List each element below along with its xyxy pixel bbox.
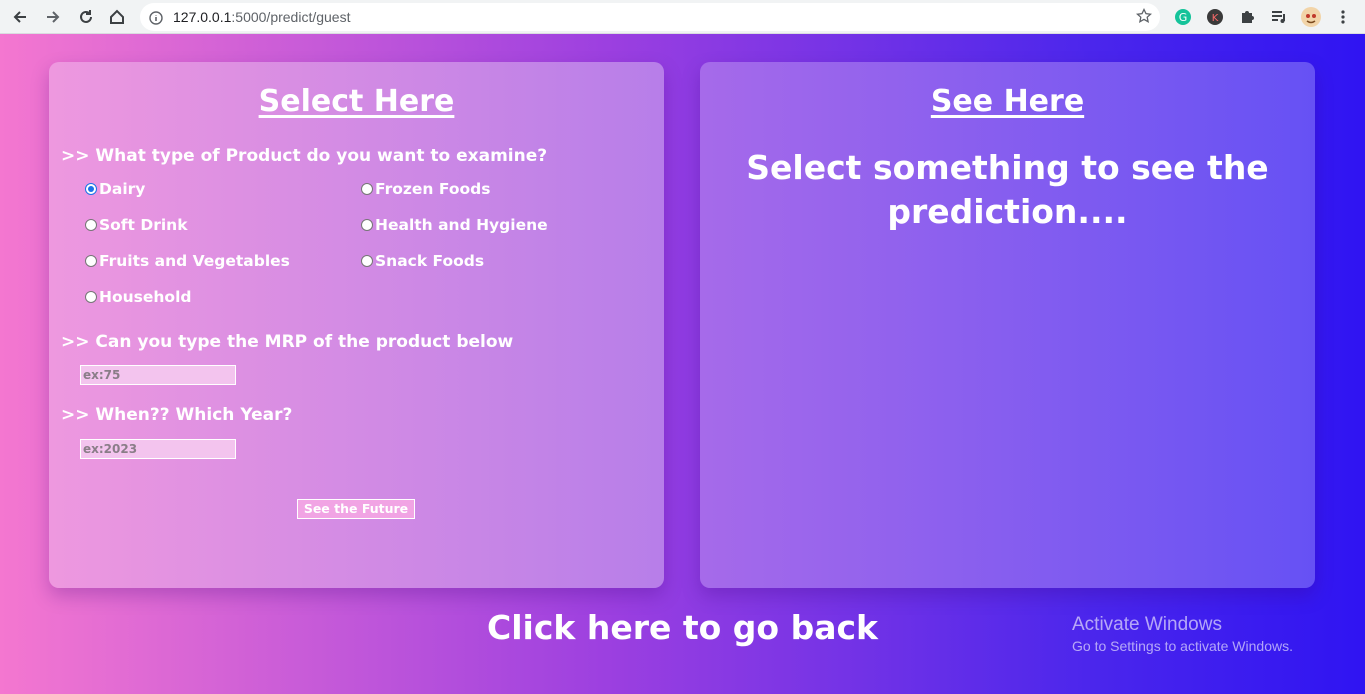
product-type-question: >> What type of Product do you want to e…: [61, 146, 548, 166]
extensions-puzzle-icon[interactable]: [1236, 6, 1258, 28]
url-text: 127.0.0.1:5000/predict/guest: [173, 9, 351, 25]
radio-button[interactable]: [361, 219, 373, 231]
radio-label: Soft Drink: [99, 216, 188, 234]
radio-soft-drink[interactable]: Soft Drink: [85, 216, 188, 234]
radio-button[interactable]: [85, 291, 97, 303]
radio-fruits-vegetables[interactable]: Fruits and Vegetables: [85, 252, 290, 270]
radio-label: Household: [99, 288, 192, 306]
radio-label: Health and Hygiene: [375, 216, 548, 234]
mrp-input[interactable]: [80, 365, 236, 385]
svg-text:G: G: [1179, 11, 1188, 24]
activate-windows-watermark: Activate Windows Go to Settings to activ…: [1072, 614, 1293, 654]
media-playlist-icon[interactable]: [1268, 6, 1290, 28]
select-card: Select Here >> What type of Product do y…: [49, 62, 664, 588]
radio-label: Dairy: [99, 180, 146, 198]
address-bar[interactable]: 127.0.0.1:5000/predict/guest: [140, 3, 1160, 31]
year-question: >> When?? Which Year?: [61, 405, 293, 425]
radio-button[interactable]: [85, 255, 97, 267]
forward-arrow-icon[interactable]: [41, 5, 65, 29]
prediction-message: Select something to see the prediction..…: [746, 148, 1269, 231]
browser-toolbar: 127.0.0.1:5000/predict/guest G K: [0, 0, 1365, 34]
profile-avatar-icon[interactable]: [1300, 6, 1322, 28]
radio-dairy[interactable]: Dairy: [85, 180, 145, 198]
radio-household[interactable]: Household: [85, 288, 192, 306]
k-extension-icon[interactable]: K: [1204, 6, 1226, 28]
svg-text:K: K: [1212, 13, 1219, 24]
prediction-card: See Here Select something to see the pre…: [700, 62, 1315, 588]
radio-label: Fruits and Vegetables: [99, 252, 290, 270]
radio-button[interactable]: [85, 219, 97, 231]
back-arrow-icon[interactable]: [8, 5, 32, 29]
prediction-card-title: See Here: [930, 84, 1085, 119]
radio-label: Snack Foods: [375, 252, 485, 270]
see-the-future-button[interactable]: See the Future: [297, 499, 415, 519]
radio-snack-foods[interactable]: Snack Foods: [361, 252, 484, 270]
radio-frozen-foods[interactable]: Frozen Foods: [361, 180, 490, 198]
go-back-link-text[interactable]: Click here to go back: [487, 608, 878, 647]
radio-button[interactable]: [85, 183, 97, 195]
radio-health-hygiene[interactable]: Health and Hygiene: [361, 216, 548, 234]
site-info-icon[interactable]: [149, 10, 163, 29]
page-background: Select Here >> What type of Product do y…: [0, 34, 1365, 694]
bookmark-star-icon[interactable]: [1135, 7, 1153, 28]
select-card-title: Select Here: [258, 84, 455, 119]
radio-button[interactable]: [361, 183, 373, 195]
watermark-line-2: Go to Settings to activate Windows.: [1072, 638, 1293, 654]
mrp-question: >> Can you type the MRP of the product b…: [61, 332, 514, 352]
reload-icon[interactable]: [74, 5, 98, 29]
grammarly-icon[interactable]: G: [1172, 6, 1194, 28]
watermark-line-1: Activate Windows: [1072, 614, 1222, 635]
home-icon[interactable]: [105, 5, 129, 29]
year-input[interactable]: [80, 439, 236, 459]
radio-label: Frozen Foods: [375, 180, 491, 198]
kebab-menu-icon[interactable]: [1332, 6, 1354, 28]
radio-button[interactable]: [361, 255, 373, 267]
